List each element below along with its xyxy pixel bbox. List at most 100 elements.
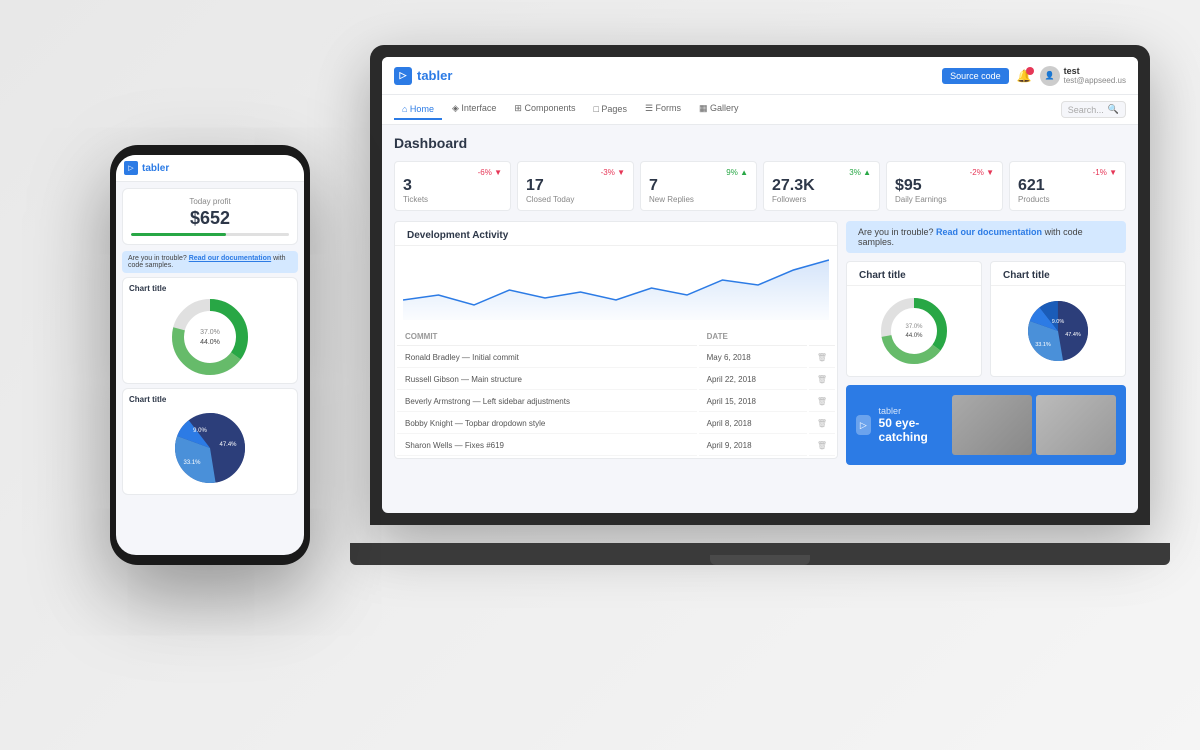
alert-link[interactable]: Read our documentation [936, 227, 1042, 237]
svg-text:9.0%: 9.0% [1052, 319, 1065, 325]
banner-content: tabler 50 eye-catching [879, 406, 944, 444]
phone-alert-text: Are you in trouble? [128, 255, 189, 262]
commit-date: April 9, 2018 [699, 436, 807, 456]
stat-value-tickets: 3 [403, 177, 502, 195]
app-header: ▷ tabler Source code 🔔 👤 test [382, 57, 1138, 95]
stat-label-replies: New Replies [649, 195, 748, 204]
phone-alert-link[interactable]: Read our documentation [189, 255, 271, 262]
stat-value-closed: 17 [526, 177, 625, 195]
thumbnail-1 [952, 395, 1032, 455]
stat-value-products: 621 [1018, 177, 1117, 195]
commit-author: Bobby Knight — Topbar dropdown style [397, 414, 697, 434]
stat-label-closed: Closed Today [526, 195, 625, 204]
thumbnail-2 [1036, 395, 1116, 455]
line-chart-svg [403, 250, 829, 320]
stat-change-tickets: -6% ▼ [403, 168, 502, 177]
stat-change-followers: 3% ▲ [772, 168, 871, 177]
donut-chart-1: 37.0% 44.0% [879, 296, 949, 366]
banner-logo-icon: ▷ [856, 415, 871, 435]
svg-text:9.0%: 9.0% [193, 428, 207, 434]
laptop-body: ▷ tabler Source code 🔔 👤 test [370, 45, 1150, 525]
phone-chart-card-2: Chart title 47.4% 33.1% 9.0% [122, 388, 298, 495]
commit-icon: 🗑 [809, 392, 835, 412]
header-right: Source code 🔔 👤 test test@appseed.us [942, 66, 1126, 86]
laptop-screen: ▷ tabler Source code 🔔 👤 test [382, 57, 1138, 513]
pie-chart: 9.0% 47.4% 33.1% [1023, 296, 1093, 366]
page-title: Dashboard [394, 135, 1126, 151]
source-code-button[interactable]: Source code [942, 68, 1009, 84]
stat-card-earnings: -2% ▼ $95 Daily Earnings [886, 161, 1003, 211]
stat-card-closed: -3% ▼ 17 Closed Today [517, 161, 634, 211]
app-logo: ▷ tabler [394, 67, 452, 85]
bottom-banner: ▷ tabler 50 eye-catching [846, 385, 1126, 465]
commit-author: Sharon Wells — Fixes #619 [397, 436, 697, 456]
activity-card-header: Development Activity [395, 222, 837, 246]
commit-icon: 🗑 [809, 436, 835, 456]
nav-components[interactable]: ⊞ Components [506, 99, 583, 120]
table-row: Bobby Knight — Topbar dropdown style Apr… [397, 414, 835, 434]
user-info: 👤 test test@appseed.us [1040, 66, 1126, 86]
notification-bell[interactable]: 🔔 [1017, 69, 1032, 83]
table-row: Sharon Wells — Fixes #619 April 9, 2018 … [397, 436, 835, 456]
nav-home[interactable]: ⌂ Home [394, 100, 442, 120]
nav-gallery[interactable]: ▦ Gallery [691, 99, 747, 120]
phone-pie-chart: 47.4% 33.1% 9.0% [170, 408, 250, 488]
svg-text:37.0%: 37.0% [200, 329, 220, 336]
laptop: ▷ tabler Source code 🔔 👤 test [370, 45, 1150, 565]
svg-text:44.0%: 44.0% [200, 339, 220, 346]
donut-container-1: 37.0% 44.0% [847, 286, 981, 376]
stats-row: -6% ▼ 3 Tickets -3% ▼ 17 Closed Today 9%… [394, 161, 1126, 211]
avatar: 👤 [1040, 66, 1060, 86]
stat-card-replies: 9% ▲ 7 New Replies [640, 161, 757, 211]
chart-cards-row: Chart title [846, 261, 1126, 385]
banner-thumbnails [952, 395, 1116, 455]
phone-donut-chart: 37.0% 44.0% [170, 297, 250, 377]
nav-interface[interactable]: ◈ Interface [444, 99, 504, 120]
banner-title: 50 eye-catching [879, 416, 944, 444]
stat-change-earnings: -2% ▼ [895, 168, 994, 177]
commit-icon: 🗑 [809, 370, 835, 390]
stat-change-replies: 9% ▲ [649, 168, 748, 177]
svg-text:47.4%: 47.4% [219, 442, 237, 448]
nav-pages[interactable]: □ Pages [585, 100, 634, 120]
svg-text:47.4%: 47.4% [1065, 332, 1081, 338]
svg-text:44.0%: 44.0% [905, 333, 923, 339]
phone-profit-value: $652 [131, 208, 289, 229]
search-placeholder: Search... [1068, 105, 1104, 115]
phone: ▷ tabler Today profit $652 Are you in tr… [110, 145, 310, 565]
stat-value-replies: 7 [649, 177, 748, 195]
user-name: test [1064, 66, 1126, 76]
phone-progress-bar [131, 233, 226, 236]
line-chart-area [395, 246, 837, 326]
commit-table: COMMIT DATE Ronald Bradley — Initial com… [395, 326, 837, 458]
phone-app-header: ▷ tabler [116, 155, 304, 182]
search-icon: 🔍 [1108, 104, 1119, 115]
user-email: test@appseed.us [1064, 76, 1126, 85]
stat-change-closed: -3% ▼ [526, 168, 625, 177]
commit-author: Beverly Armstrong — Left sidebar adjustm… [397, 392, 697, 412]
alert-bar: Are you in trouble? Read our documentati… [846, 221, 1126, 253]
chart-card-2: Chart title [990, 261, 1126, 377]
commit-col-action [809, 328, 835, 346]
phone-logo-icon: ▷ [124, 161, 138, 175]
app-logo-text: tabler [417, 68, 452, 83]
phone-alert-bar: Are you in trouble? Read our documentati… [122, 251, 298, 273]
stat-label-products: Products [1018, 195, 1117, 204]
stat-card-followers: 3% ▲ 27.3K Followers [763, 161, 880, 211]
left-col: Development Activity [394, 221, 838, 467]
commit-author: Ronald Bradley — Initial commit [397, 348, 697, 368]
commit-icon: 🗑 [809, 348, 835, 368]
stat-value-followers: 27.3K [772, 177, 871, 195]
stat-label-earnings: Daily Earnings [895, 195, 994, 204]
logo-icon: ▷ [394, 67, 412, 85]
phone-chart-title-2: Chart title [129, 395, 291, 404]
stat-label-followers: Followers [772, 195, 871, 204]
table-row: Ronald Bradley — Initial commit May 6, 2… [397, 348, 835, 368]
nav-search[interactable]: Search... 🔍 [1061, 101, 1126, 118]
phone-progress-bar-container [131, 233, 289, 236]
stat-value-earnings: $95 [895, 177, 994, 195]
laptop-base [350, 543, 1170, 565]
commit-author: Russell Gibson — Main structure [397, 370, 697, 390]
nav-forms[interactable]: ☰ Forms [637, 99, 689, 120]
commit-col-author: COMMIT [397, 328, 697, 346]
